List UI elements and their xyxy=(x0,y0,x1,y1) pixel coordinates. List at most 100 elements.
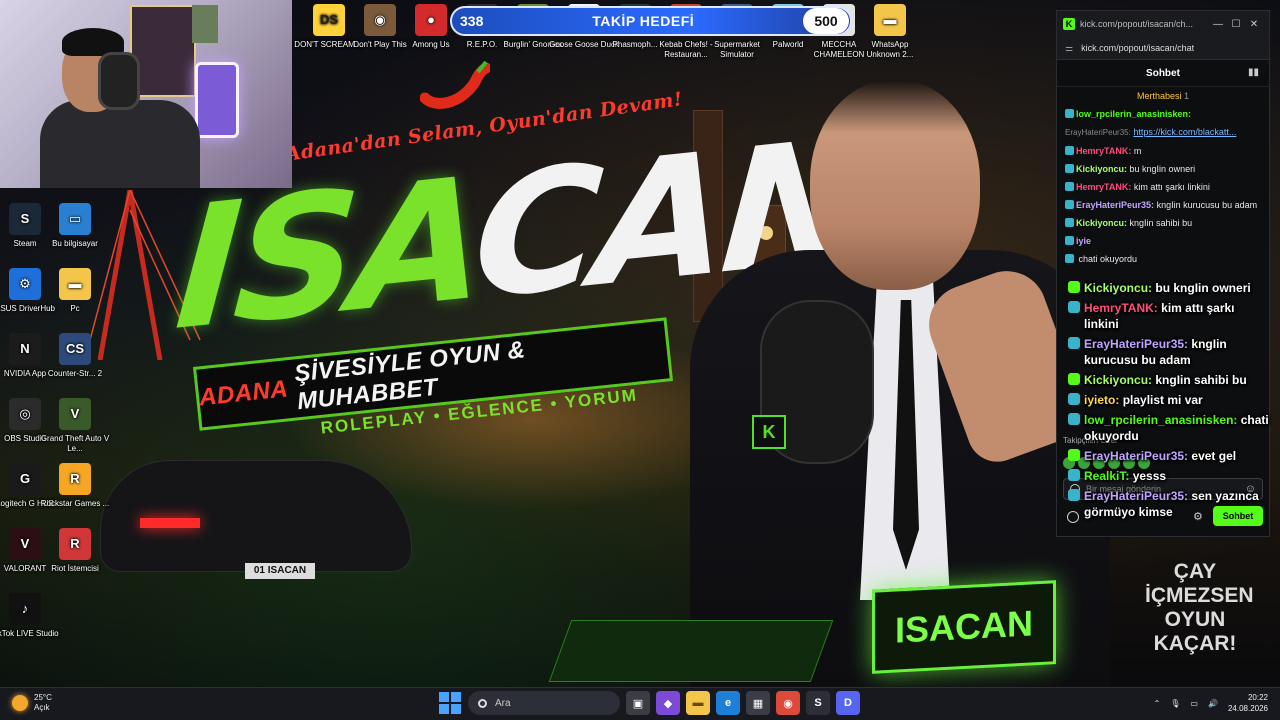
window-titlebar[interactable]: K kick.com/popout/isacan/ch... — ☐ ✕ xyxy=(1057,11,1269,37)
store-icon[interactable]: ▦ xyxy=(746,691,770,715)
chevron-up-icon[interactable]: ⌃ xyxy=(1154,699,1161,708)
dont-scream-icon: DS xyxy=(313,4,345,36)
desktop-icon[interactable]: ▭ Bu bilgisayar xyxy=(40,203,110,249)
folder-icon: ▬ xyxy=(874,4,906,36)
streamer-torso xyxy=(40,100,200,188)
close-icon[interactable]: ✕ xyxy=(1245,19,1263,30)
clock-date: 24.08.2026 xyxy=(1227,704,1268,713)
chat-username[interactable]: iyie xyxy=(1076,236,1091,246)
logitech-ghub-icon: G xyxy=(9,463,41,495)
badge-icon xyxy=(1068,281,1080,293)
chat-username[interactable]: HemryTANK: xyxy=(1076,182,1131,192)
overlay-chat-line: HemryTANK: kim attı şarkı linkini xyxy=(1056,298,1280,334)
steam-taskbar-icon[interactable]: S xyxy=(806,691,830,715)
start-button[interactable] xyxy=(438,691,462,715)
chat-text: m xyxy=(1133,146,1142,156)
among-us-icon: ● xyxy=(415,4,447,36)
desktop-icon[interactable]: ▬ Pc xyxy=(40,268,110,314)
obs-icon: ◎ xyxy=(9,398,41,430)
chat-message: ErayHateriPeur35: kngIin kurucusu bu ada… xyxy=(1057,196,1269,214)
chat-text: kim attı şarkı linkini xyxy=(1133,182,1210,192)
edge-icon[interactable]: e xyxy=(716,691,740,715)
users-icon[interactable]: ▮▮ xyxy=(1248,67,1259,78)
overlay-username: RealkiT: xyxy=(1084,469,1130,483)
chrome-icon[interactable]: ◉ xyxy=(776,691,800,715)
desktop-icon[interactable]: ▬ WhatsApp Unknown 2... xyxy=(855,4,925,60)
chat-username[interactable]: Kickiyoncu: xyxy=(1076,164,1127,174)
weather-temp: 25°C xyxy=(34,693,52,702)
desk-nameplate: ISACAN xyxy=(872,580,1056,674)
desktop-icon-label: Rockstar Games ... xyxy=(40,499,110,508)
task-view-icon[interactable]: ▣ xyxy=(626,691,650,715)
mug-line: KAÇAR! xyxy=(1153,632,1237,655)
chat-message: HemryTANK: m xyxy=(1057,142,1269,160)
mug-line: ÇAY xyxy=(1173,560,1217,583)
maximize-icon[interactable]: ☐ xyxy=(1227,19,1245,30)
url-text[interactable]: kick.com/popout/isacan/chat xyxy=(1081,43,1194,53)
mug-text: ÇAY İÇMEZSEN OYUN KAÇAR! xyxy=(1145,560,1254,656)
badge-icon xyxy=(1068,301,1080,313)
chat-username[interactable]: Kickiyoncu: xyxy=(1076,218,1127,228)
overlay-chat-line: Kickiyoncu: bu kngIin owneri xyxy=(1056,278,1280,298)
subscriber-badge-icon xyxy=(1065,182,1074,191)
volume-icon[interactable]: 🔊 xyxy=(1208,699,1218,708)
desktop-icon-label: Riot İstemcisi xyxy=(51,564,99,573)
badge-icon xyxy=(1068,393,1080,405)
gta-icon: V xyxy=(59,398,91,430)
desktop-icon-label: Grand Theft Auto V Le... xyxy=(40,434,110,453)
kick-favicon-icon: K xyxy=(1063,18,1075,30)
discord-icon[interactable]: D xyxy=(836,691,860,715)
chat-text: kngIin kurucusu bu adam xyxy=(1156,200,1258,210)
site-settings-icon[interactable]: ⚌ xyxy=(1065,43,1073,54)
badge-icon xyxy=(1068,337,1080,349)
chili-pepper-graphic xyxy=(420,60,490,109)
mug-line: İÇMEZSEN xyxy=(1145,584,1254,607)
subscriber-badge-icon xyxy=(1065,236,1074,245)
desktop-icon[interactable]: CS Counter-Str... 2 xyxy=(40,333,110,379)
overlay-username: HemryTANK: xyxy=(1084,301,1158,315)
reply-user: ErayHateriPeur35: xyxy=(1065,128,1131,137)
m365-icon[interactable]: ◆ xyxy=(656,691,680,715)
headset-icon xyxy=(98,52,140,110)
minimize-icon[interactable]: — xyxy=(1209,19,1227,30)
weather-widget[interactable]: 25°C Açık xyxy=(12,693,52,713)
desktop-icon[interactable]: R Rockstar Games ... xyxy=(40,463,110,509)
badge-icon xyxy=(1068,449,1080,461)
search-icon xyxy=(478,698,487,708)
overlay-chat-line: Kickiyoncu: kngIin sahibi bu xyxy=(1056,370,1280,390)
riot-client-icon: R xyxy=(59,528,91,560)
desktop-icon[interactable]: R Riot İstemcisi xyxy=(40,528,110,574)
badge-icon xyxy=(1068,469,1080,481)
desktop-icon[interactable]: V Grand Theft Auto V Le... xyxy=(40,398,110,454)
chat-username[interactable]: HemryTANK: xyxy=(1076,146,1131,156)
subscriber-badge-icon xyxy=(1065,146,1074,155)
taskbar-clock[interactable]: 20:22 24.08.2026 xyxy=(1228,692,1268,714)
kick-logo-icon: K xyxy=(752,415,786,449)
goal-current: 338 xyxy=(460,13,484,29)
desktop-icon-label: TikTok LIVE Studio xyxy=(0,629,59,638)
pinned-message[interactable]: Merthabesi 1 xyxy=(1057,87,1269,105)
pinned-count: 1 xyxy=(1184,91,1190,101)
overlay-username: ErayHateriPeur35: xyxy=(1084,489,1189,503)
taskbar-search[interactable]: Ara xyxy=(468,691,620,715)
overlay-username: ErayHateriPeur35: xyxy=(1084,337,1189,351)
chat-username[interactable]: ErayHateriPeur35: xyxy=(1076,200,1154,210)
chat-message: chati okuyordu xyxy=(1057,250,1269,268)
window-title: kick.com/popout/isacan/ch... xyxy=(1080,19,1194,29)
file-explorer-icon[interactable]: ▬ xyxy=(686,691,710,715)
overlay-chat-line: iyieto: playlist mi var xyxy=(1056,390,1280,410)
neon-light xyxy=(195,62,239,138)
address-bar[interactable]: ⚌ kick.com/popout/isacan/chat xyxy=(1057,37,1269,60)
taskbar-apps: Ara ▣ ◆ ▬ e ▦ ◉ S D xyxy=(438,691,860,715)
chat-message: HemryTANK: kim attı şarkı linkini xyxy=(1057,178,1269,196)
stream-chat-overlay: Kickiyoncu: bu kngIin owneri HemryTANK: k… xyxy=(1056,278,1280,522)
chat-username[interactable]: low_rpcilerin_anasinisken: xyxy=(1076,109,1191,119)
chat-message: ErayHateriPeur35: https://kick.com/black… xyxy=(1057,123,1269,142)
microphone-icon[interactable]: 🎙 xyxy=(1170,699,1180,708)
network-icon[interactable]: ▭ xyxy=(1190,699,1198,708)
chat-link[interactable]: https://kick.com/blackatt... xyxy=(1133,127,1236,137)
desktop-icon[interactable]: ♪ TikTok LIVE Studio xyxy=(0,593,60,639)
counter-strike-icon: CS xyxy=(59,333,91,365)
mug-line: OYUN xyxy=(1164,608,1226,631)
desktop-icon-label: Pc xyxy=(70,304,80,313)
